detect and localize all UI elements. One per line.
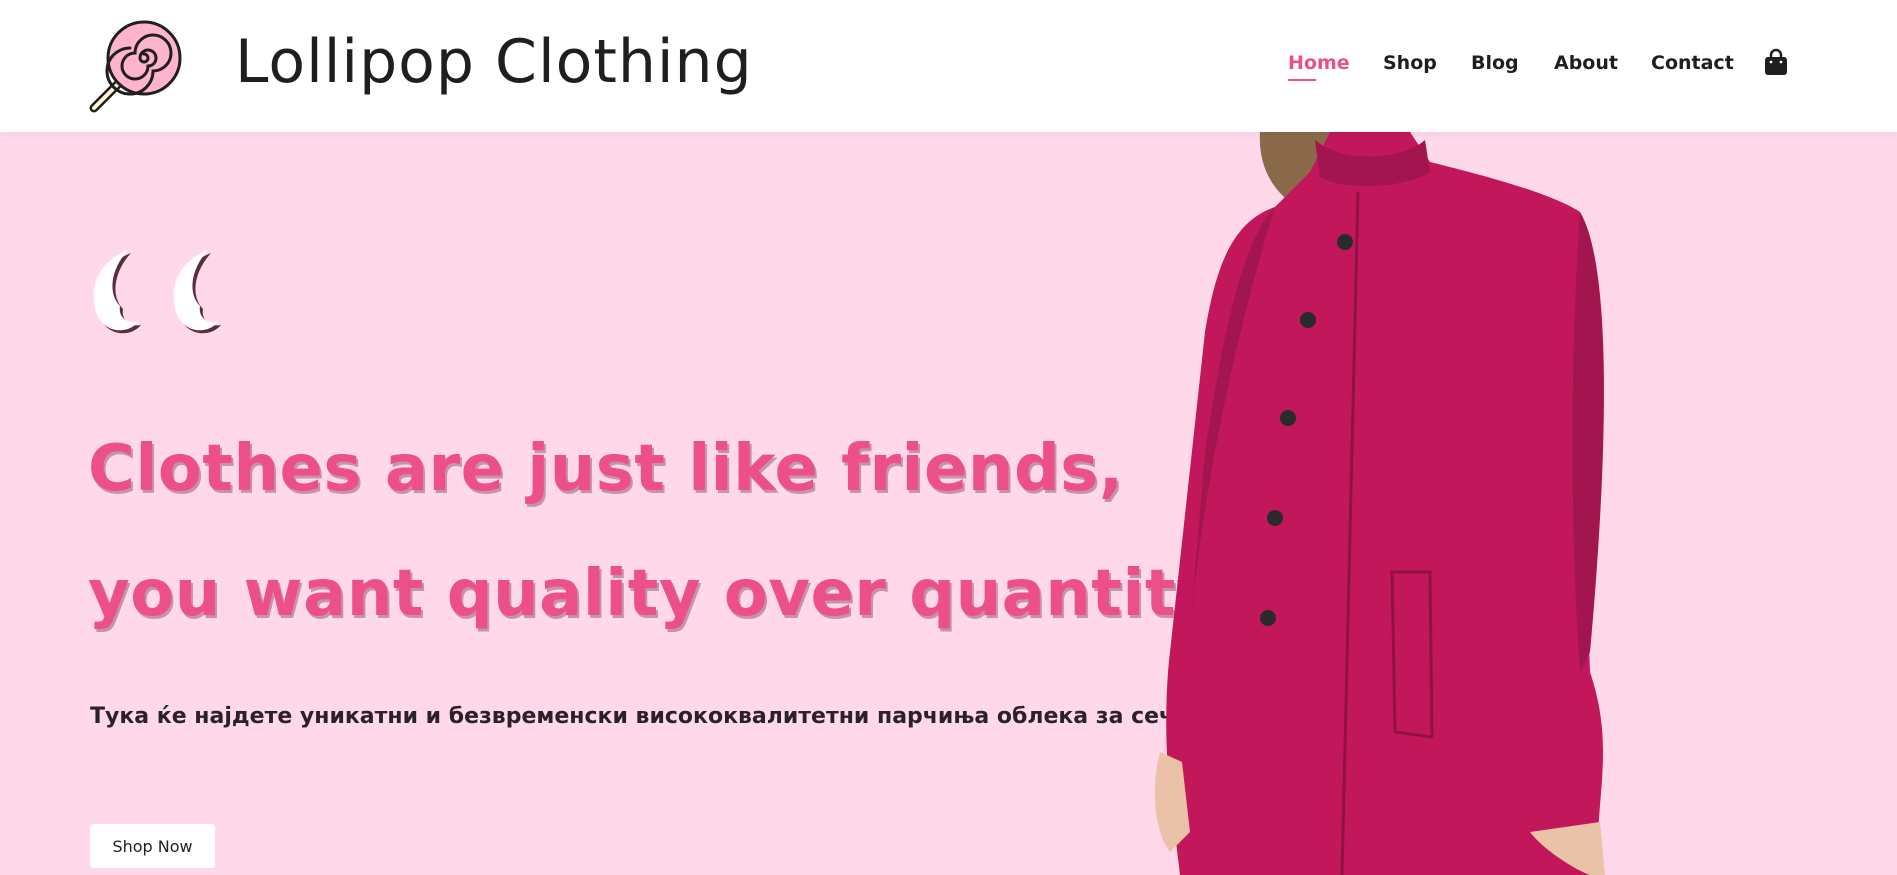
headline-line-1: Clothes are just like friends, <box>88 432 1124 506</box>
lollipop-icon[interactable] <box>88 18 184 114</box>
nav-shop[interactable]: Shop <box>1383 52 1437 74</box>
headline-line-2: you want quality over quantity <box>88 557 1219 631</box>
nav-home[interactable]: Home <box>1288 52 1350 81</box>
shop-now-button[interactable]: Shop Now <box>90 824 215 868</box>
hero-subtitle: Тука ќе најдете уникатни и безвременски … <box>90 704 1270 729</box>
hero-section: Clothes are just like friends, you want … <box>0 132 1897 875</box>
nav-contact[interactable]: Contact <box>1651 52 1734 74</box>
shopping-bag-icon[interactable] <box>1764 48 1788 76</box>
site-header: Lollipop Clothing Home Shop Blog About C… <box>0 0 1897 132</box>
nav-about[interactable]: About <box>1554 52 1618 74</box>
brand-name[interactable]: Lollipop Clothing <box>235 26 753 98</box>
quote-icon <box>93 250 221 334</box>
nav-blog[interactable]: Blog <box>1471 52 1519 74</box>
woman-in-magenta-coat <box>1154 132 1605 875</box>
